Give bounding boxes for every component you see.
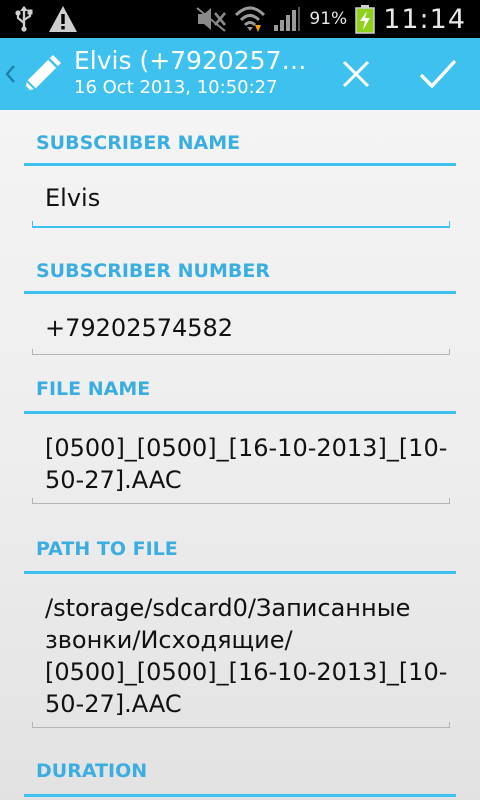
field-value: Elvis [45,184,101,212]
field-underline [32,722,450,728]
path-to-file-field[interactable]: /storage/sdcard0/Записанные звонки/Исход… [32,592,450,728]
field-value: [0500]_[0500]_[16-10-2013]_[10- 50-27].A… [45,434,448,494]
file-name-field[interactable]: [0500]_[0500]_[16-10-2013]_[10- 50-27].A… [32,432,450,504]
status-bar-notifications [14,4,78,34]
cancel-button[interactable] [316,38,396,110]
subscriber-name-field[interactable]: Elvis [32,182,450,228]
section-label: FILE NAME [36,378,151,400]
status-bar: 91% 11:14 [0,0,480,38]
up-caret-icon[interactable] [4,60,16,88]
battery-percent: 91% [309,9,348,29]
section-label: SUBSCRIBER NUMBER [36,260,270,282]
save-button[interactable] [398,38,478,110]
field-underline [32,498,450,504]
section-label: SUBSCRIBER NAME [36,132,241,154]
field-value: +79202574582 [45,314,234,342]
usb-icon [15,6,33,32]
field-underline [32,349,450,355]
mute-icon [196,7,227,32]
clock: 11:14 [383,3,466,35]
check-icon [419,59,457,89]
action-bar-titles: Elvis (+79202574582) 16 Oct 2013, 10:50:… [74,46,314,100]
pencil-icon[interactable] [20,52,64,96]
battery-charging-icon [355,5,375,34]
section-header-file-name: FILE NAME [24,378,456,414]
wifi-icon [235,6,266,32]
screen-subtitle: 16 Oct 2013, 10:50:27 [74,77,278,98]
status-bar-system: 91% 11:14 [195,0,466,38]
warning-icon [49,6,77,32]
section-label: DURATION [36,760,148,782]
section-header-duration: DURATION [24,760,456,797]
section-label: PATH TO FILE [36,538,178,560]
signal-icon [274,7,301,31]
section-header-subscriber-number: SUBSCRIBER NUMBER [24,260,456,294]
screen-title: Elvis (+79202574582) [74,46,314,75]
field-value: /storage/sdcard0/Записанные звонки/Исход… [45,594,448,718]
action-bar: Elvis (+79202574582) 16 Oct 2013, 10:50:… [0,38,480,110]
section-header-path-to-file: PATH TO FILE [24,538,456,574]
field-underline [32,221,450,228]
section-header-subscriber-name: SUBSCRIBER NAME [24,132,456,166]
edit-form: SUBSCRIBER NAME Elvis SUBSCRIBER NUMBER … [0,110,480,800]
close-icon [342,60,370,88]
subscriber-number-field[interactable]: +79202574582 [32,312,450,355]
